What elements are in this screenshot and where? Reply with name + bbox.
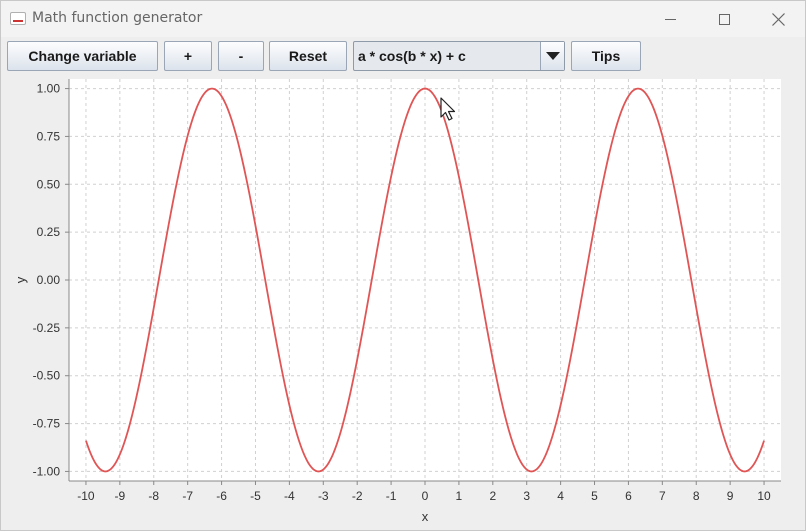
- y-tick-label: 0.75: [37, 129, 61, 143]
- function-select-value: a * cos(b * x) + c: [358, 48, 466, 64]
- y-tick-label: -1.00: [33, 464, 61, 478]
- x-tick-label: 8: [693, 489, 700, 503]
- y-axis-label: y: [13, 276, 28, 283]
- x-tick-label: -4: [284, 489, 295, 503]
- x-tick-label: -5: [250, 489, 261, 503]
- app-icon: [10, 12, 26, 25]
- tips-button[interactable]: Tips: [571, 41, 641, 71]
- reset-button[interactable]: Reset: [269, 41, 347, 71]
- maximize-icon: [718, 13, 730, 25]
- y-tick-label: -0.50: [33, 369, 61, 383]
- change-variable-button[interactable]: Change variable: [7, 41, 158, 71]
- x-tick-labels: -10 -9 -8 -7 -6 -5 -4 -3 -2 -1 0 1 2 3 4 5 6 7 8 9 10: [77, 489, 771, 503]
- increment-button[interactable]: +: [164, 41, 212, 71]
- x-tick-label: -2: [352, 489, 363, 503]
- y-tick-label: -0.75: [33, 417, 61, 431]
- x-tick-label: -7: [182, 489, 193, 503]
- x-tick-label: 10: [757, 489, 771, 503]
- x-tick-label: 1: [456, 489, 463, 503]
- x-tick-label: 9: [727, 489, 734, 503]
- x-tick-label: -9: [115, 489, 126, 503]
- x-tick-label: 6: [625, 489, 632, 503]
- chart-panel: -10 -9 -8 -7 -6 -5 -4 -3 -2 -1 0 1 2 3 4 5 6 7 8 9 10 1.00 0.…: [1, 73, 806, 531]
- function-select-dropdown-button[interactable]: [540, 42, 564, 70]
- function-select[interactable]: a * cos(b * x) + c: [353, 41, 565, 71]
- function-chart[interactable]: -10 -9 -8 -7 -6 -5 -4 -3 -2 -1 0 1 2 3 4 5 6 7 8 9 10 1.000.…: [1, 73, 806, 531]
- close-button[interactable]: [751, 1, 805, 37]
- x-tick-label: -3: [318, 489, 329, 503]
- x-tick-label: 7: [659, 489, 666, 503]
- maximize-button[interactable]: [697, 1, 751, 37]
- x-tick-label: -10: [77, 489, 95, 503]
- toolbar: Change variable + - Reset a * cos(b * x)…: [1, 37, 805, 73]
- x-tick-label: 5: [591, 489, 598, 503]
- x-tick-label: 2: [489, 489, 496, 503]
- mouse-cursor-icon: [440, 97, 456, 121]
- window-title: Math function generator: [32, 10, 203, 26]
- app-window: Math function generator Change variable …: [0, 0, 806, 531]
- x-tick-label: 3: [523, 489, 530, 503]
- y-tick-label: 1.00: [37, 82, 61, 96]
- title-bar[interactable]: Math function generator: [1, 1, 805, 37]
- y-tick-label: -0.25: [33, 321, 61, 335]
- decrement-button[interactable]: -: [218, 41, 264, 71]
- x-tick-label: -1: [386, 489, 397, 503]
- minimize-icon: [664, 18, 676, 20]
- close-icon: [771, 12, 785, 26]
- y-tick-label: 0.00: [37, 273, 61, 287]
- x-tick-label: -6: [216, 489, 227, 503]
- x-axis-label: x: [422, 509, 429, 524]
- y-tick-label: 0.25: [37, 225, 61, 239]
- y-tick-label: 0.50: [37, 177, 61, 191]
- chevron-down-icon: [545, 52, 560, 60]
- x-tick-label: 0: [422, 489, 429, 503]
- x-tick-label: -8: [148, 489, 159, 503]
- y-tick-labels: 1.00 0.75 0.50 0.25 0.00 -0.25 -0.50 -0.75 -1.00: [33, 82, 61, 479]
- x-tick-label: 4: [557, 489, 564, 503]
- minimize-button[interactable]: [643, 1, 697, 37]
